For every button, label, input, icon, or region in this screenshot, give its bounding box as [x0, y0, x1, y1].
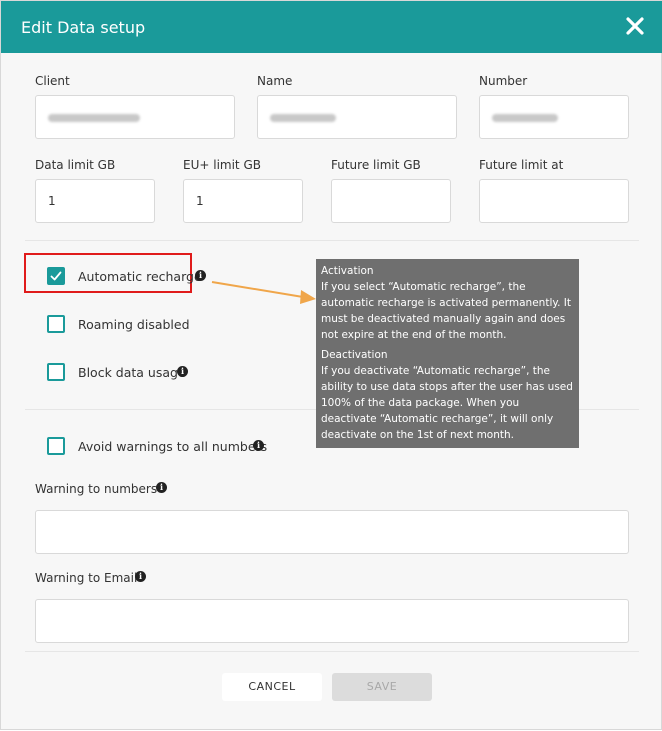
future-limit-at-label: Future limit at: [479, 158, 564, 172]
edit-data-setup-dialog: Edit Data setup Client Name Number Data …: [0, 0, 662, 730]
dialog-title: Edit Data setup: [21, 18, 146, 37]
close-icon[interactable]: [625, 16, 645, 36]
save-button[interactable]: SAVE: [332, 673, 432, 701]
warning-email-label: Warning to Email: [35, 571, 138, 585]
warning-numbers-field[interactable]: [35, 510, 629, 554]
tooltip-activation-title: Activation: [321, 265, 374, 277]
checkmark-icon: [50, 271, 62, 281]
block-data-usage-checkbox[interactable]: [47, 363, 65, 381]
block-data-usage-label[interactable]: Block data usage: [78, 365, 186, 380]
divider: [25, 651, 639, 652]
warning-email-field[interactable]: [35, 599, 629, 643]
roaming-disabled-label[interactable]: Roaming disabled: [78, 317, 190, 332]
tooltip-deactivation-title: Deactivation: [321, 349, 388, 361]
warning-numbers-label: Warning to numbers: [35, 482, 158, 496]
number-label: Number: [479, 74, 528, 88]
client-field[interactable]: [35, 95, 235, 139]
data-limit-field[interactable]: 1: [35, 179, 155, 223]
name-field[interactable]: [257, 95, 457, 139]
automatic-recharge-tooltip: Activation If you select “Automatic rech…: [316, 259, 579, 448]
client-value-redacted: [48, 113, 140, 122]
tooltip-deactivation-text: If you deactivate “Automatic recharge”, …: [321, 365, 573, 441]
number-field[interactable]: [479, 95, 629, 139]
info-icon[interactable]: i: [135, 571, 146, 582]
info-icon[interactable]: i: [156, 482, 167, 493]
cancel-button[interactable]: CANCEL: [222, 673, 322, 701]
eu-limit-field[interactable]: 1: [183, 179, 303, 223]
eu-limit-label: EU+ limit GB: [183, 158, 261, 172]
dialog-header: Edit Data setup: [1, 1, 662, 53]
avoid-warnings-label[interactable]: Avoid warnings to all numbers: [78, 439, 267, 454]
avoid-warnings-checkbox[interactable]: [47, 437, 65, 455]
future-limit-at-field[interactable]: [479, 179, 629, 223]
client-label: Client: [35, 74, 70, 88]
future-limit-field[interactable]: [331, 179, 451, 223]
divider: [25, 240, 639, 241]
info-icon[interactable]: i: [195, 270, 206, 281]
automatic-recharge-label[interactable]: Automatic recharge: [78, 269, 202, 284]
number-value-redacted: [492, 113, 558, 122]
tooltip-activation-text: If you select “Automatic recharge”, the …: [321, 281, 571, 341]
info-icon[interactable]: i: [253, 440, 264, 451]
data-limit-label: Data limit GB: [35, 158, 116, 172]
automatic-recharge-checkbox[interactable]: [47, 267, 65, 285]
future-limit-label: Future limit GB: [331, 158, 421, 172]
name-value-redacted: [270, 113, 336, 122]
info-icon[interactable]: i: [177, 366, 188, 377]
roaming-disabled-checkbox[interactable]: [47, 315, 65, 333]
name-label: Name: [257, 74, 293, 88]
